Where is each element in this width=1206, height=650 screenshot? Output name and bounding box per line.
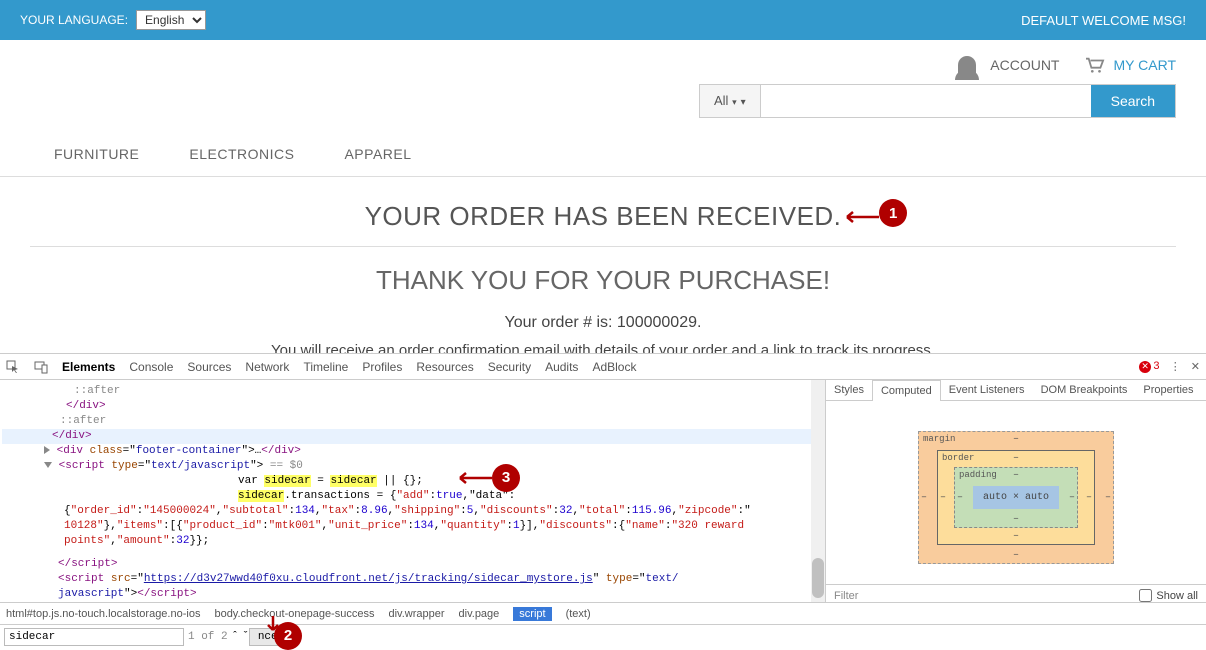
devtools-toolbar: Elements Console Sources Network Timelin… (0, 354, 1206, 380)
breadcrumb-item[interactable]: (text) (566, 608, 591, 620)
devtools-tab-adblock[interactable]: AdBlock (592, 360, 636, 374)
annotation-arrow-1 (841, 211, 879, 223)
devtools-search-input[interactable] (4, 628, 184, 646)
elements-breadcrumb: html#top.js.no-touch.localstorage.no-ios… (0, 602, 1206, 624)
expand-icon[interactable] (44, 462, 52, 468)
breadcrumb-item[interactable]: div.wrapper (388, 608, 444, 620)
search-row: All ▾ Search (0, 84, 1206, 132)
devtools-tab-network[interactable]: Network (245, 360, 289, 374)
main-nav: FURNITURE ELECTRONICS APPAREL (0, 132, 1206, 177)
breadcrumb-item-active[interactable]: script (513, 607, 551, 621)
order-number: Your order # is: 100000029. (30, 314, 1176, 332)
devtools-tab-audits[interactable]: Audits (545, 360, 578, 374)
annotation-badge-2: 2 (274, 622, 302, 650)
nav-electronics[interactable]: ELECTRONICS (189, 146, 294, 162)
devtools-tab-console[interactable]: Console (129, 360, 173, 374)
cart-icon (1084, 56, 1106, 74)
breadcrumb-item[interactable]: body.checkout-onepage-success (214, 608, 374, 620)
devtools-close-icon[interactable]: ✕ (1191, 360, 1200, 374)
devtools-tab-security[interactable]: Security (488, 360, 531, 374)
styles-tab-computed[interactable]: Computed (872, 380, 941, 401)
account-link[interactable]: ACCOUNT (958, 56, 1059, 74)
page-subtitle: THANK YOU FOR YOUR PURCHASE! (30, 265, 1176, 296)
styles-tab-styles[interactable]: Styles (826, 380, 872, 400)
devtools-tab-resources[interactable]: Resources (416, 360, 473, 374)
search-prev-icon[interactable]: ˆ (232, 631, 239, 643)
devtools-tab-sources[interactable]: Sources (187, 360, 231, 374)
elements-scrollbar[interactable] (811, 380, 825, 602)
search-box: All ▾ Search (699, 84, 1176, 118)
user-icon (958, 56, 976, 74)
language-select[interactable]: English (136, 10, 206, 30)
nav-furniture[interactable]: FURNITURE (54, 146, 139, 162)
welcome-msg: DEFAULT WELCOME MSG! (1021, 13, 1186, 28)
devtools-search-bar: 1 of 2 ˆ ˇ ncel 2 (0, 624, 1206, 648)
device-icon[interactable] (34, 360, 48, 374)
page-title: YOUR ORDER HAS BEEN RECEIVED. 1 (365, 201, 842, 232)
account-label: ACCOUNT (990, 57, 1059, 73)
styles-panel: Styles Computed Event Listeners DOM Brea… (826, 380, 1206, 602)
header-links: ACCOUNT MY CART (0, 40, 1206, 84)
showall-checkbox[interactable] (1139, 589, 1152, 602)
styles-tab-breakpoints[interactable]: DOM Breakpoints (1033, 380, 1136, 400)
cart-link[interactable]: MY CART (1084, 56, 1177, 74)
search-button[interactable]: Search (1091, 85, 1175, 117)
nav-apparel[interactable]: APPAREL (344, 146, 411, 162)
devtools-tab-profiles[interactable]: Profiles (362, 360, 402, 374)
devtools-panel: Elements Console Sources Network Timelin… (0, 353, 1206, 649)
devtools-menu-icon[interactable]: ⋮ (1170, 360, 1181, 374)
styles-tab-listeners[interactable]: Event Listeners (941, 380, 1033, 400)
search-count: 1 of 2 (188, 631, 228, 643)
annotation-badge-1: 1 (879, 199, 907, 227)
breadcrumb-item[interactable]: html#top.js.no-touch.localstorage.no-ios (6, 608, 200, 620)
elements-panel[interactable]: ::after </div> ::after </div> <div class… (0, 380, 826, 602)
inspect-icon[interactable] (6, 360, 20, 374)
main-content: YOUR ORDER HAS BEEN RECEIVED. 1 THANK YO… (0, 177, 1206, 369)
devtools-tab-timeline[interactable]: Timeline (303, 360, 348, 374)
devtools-tab-elements[interactable]: Elements (62, 360, 115, 374)
language-label: YOUR LANGUAGE: (20, 13, 128, 27)
cart-label: MY CART (1114, 57, 1177, 73)
collapse-icon[interactable] (44, 446, 50, 454)
error-badge[interactable]: ✕3 (1139, 361, 1160, 373)
topbar: YOUR LANGUAGE: English DEFAULT WELCOME M… (0, 0, 1206, 40)
annotation-badge-3: 3 (492, 464, 520, 492)
search-input[interactable] (761, 85, 1091, 117)
box-model: margin – – – – border – – – – padding – (826, 401, 1206, 584)
styles-tab-properties[interactable]: Properties (1135, 380, 1201, 400)
search-category-dropdown[interactable]: All ▾ (700, 85, 761, 117)
search-next-icon[interactable]: ˇ (242, 631, 249, 643)
breadcrumb-item[interactable]: div.page (459, 608, 500, 620)
filter-input[interactable]: Filter (834, 590, 858, 602)
